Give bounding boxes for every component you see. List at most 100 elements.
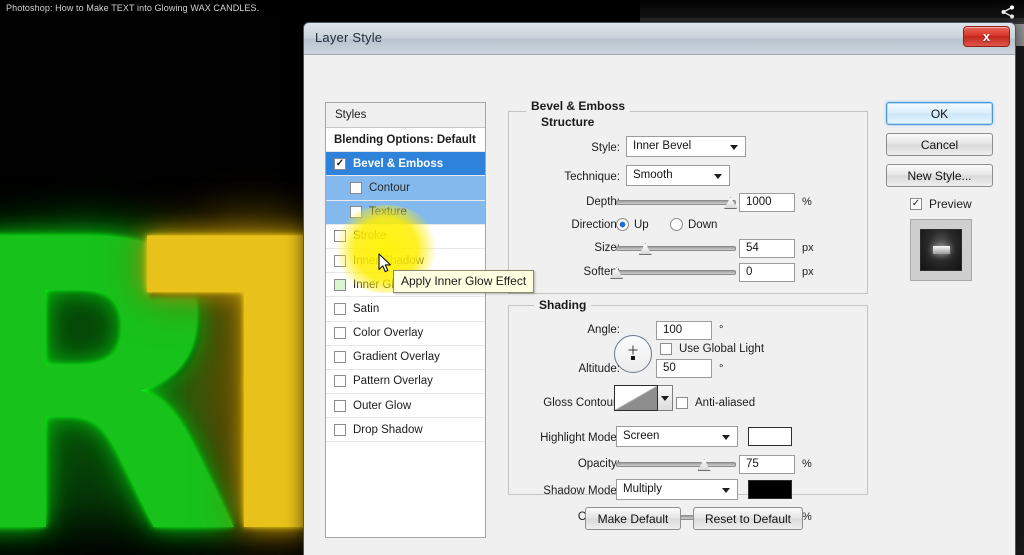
- direction-down-label: Down: [688, 218, 718, 231]
- style-list-item-satin[interactable]: Satin: [326, 297, 485, 322]
- style-item-checkbox[interactable]: [334, 230, 346, 243]
- gloss-contour-dropdown[interactable]: [658, 385, 673, 411]
- direction-up-label: Up: [634, 218, 649, 231]
- styles-list-panel: Styles Blending Options: Default ✓ Bevel &…: [325, 102, 486, 538]
- share-icon[interactable]: [1000, 4, 1016, 20]
- style-item-label: Contour: [369, 181, 410, 194]
- depth-unit: %: [802, 196, 812, 208]
- style-item-label: Texture: [369, 206, 407, 219]
- highlight-opacity-slider[interactable]: [616, 457, 736, 471]
- soften-input[interactable]: 0: [739, 263, 795, 282]
- shading-title: Shading: [534, 298, 592, 312]
- shadow-color-swatch[interactable]: [748, 480, 792, 499]
- gloss-contour-swatch[interactable]: [614, 385, 658, 411]
- dialog-titlebar[interactable]: Layer Style x: [304, 23, 1015, 55]
- style-list-item-gradient-overlay[interactable]: Gradient Overlay: [326, 346, 485, 370]
- preview-checkbox-box: ✓: [910, 198, 922, 210]
- style-list-item-contour[interactable]: Contour: [326, 176, 485, 201]
- cancel-button[interactable]: Cancel: [886, 133, 993, 156]
- preview-label: Preview: [929, 197, 972, 211]
- soften-slider[interactable]: [610, 265, 736, 279]
- style-item-checkbox[interactable]: [334, 423, 346, 436]
- style-item-checkbox[interactable]: [334, 351, 346, 364]
- depth-slider-track: [616, 200, 736, 205]
- size-input[interactable]: 54: [739, 239, 795, 258]
- direction-radio-up[interactable]: Up: [616, 218, 649, 231]
- style-select[interactable]: Inner Bevel: [626, 136, 746, 157]
- style-item-checkbox[interactable]: [334, 327, 346, 340]
- style-item-label: Bevel & Emboss: [353, 157, 444, 170]
- style-item-checkbox[interactable]: [334, 399, 346, 412]
- style-item-label: Color Overlay: [353, 327, 424, 340]
- highlight-opacity-unit: %: [802, 458, 812, 470]
- technique-select-value: Smooth: [633, 169, 673, 181]
- style-item-label: Gradient Overlay: [353, 351, 440, 364]
- technique-select[interactable]: Smooth: [626, 165, 730, 186]
- use-global-light-checkbox[interactable]: Use Global Light: [660, 343, 764, 355]
- direction-radio-down[interactable]: Down: [670, 218, 717, 231]
- use-global-light-checkbox-box: [660, 343, 672, 355]
- chevron-down-icon: [722, 488, 730, 493]
- technique-label: Technique:: [564, 171, 620, 183]
- new-style-button[interactable]: New Style...: [886, 164, 993, 187]
- altitude-unit: °: [719, 363, 724, 375]
- soften-unit: px: [802, 266, 814, 278]
- video-title: Photoshop: How to Make TEXT into Glowing…: [6, 3, 260, 13]
- angle-input[interactable]: 100: [656, 321, 712, 340]
- style-list-item-stroke[interactable]: Stroke: [326, 225, 485, 249]
- style-item-checkbox[interactable]: [350, 206, 362, 219]
- depth-label: Depth:: [586, 196, 620, 208]
- style-item-checkbox[interactable]: [334, 278, 346, 291]
- style-list-item-blending-options-default[interactable]: Blending Options: Default: [326, 128, 485, 153]
- style-item-label: Drop Shadow: [353, 423, 423, 436]
- dialog-body: Styles Blending Options: Default ✓ Bevel &…: [304, 55, 1015, 555]
- use-global-light-label: Use Global Light: [679, 343, 765, 355]
- preview-thumbnail: [910, 219, 972, 281]
- style-item-checkbox[interactable]: [350, 181, 362, 194]
- style-list-item-drop-shadow[interactable]: Drop Shadow: [326, 418, 485, 443]
- tooltip: Apply Inner Glow Effect: [393, 270, 535, 293]
- style-list-item-color-overlay[interactable]: Color Overlay: [326, 322, 485, 346]
- chevron-down-icon: [722, 435, 730, 440]
- dialog-title: Layer Style: [315, 30, 383, 45]
- highlight-mode-value: Screen: [623, 430, 660, 442]
- size-slider[interactable]: [616, 241, 736, 255]
- anti-aliased-checkbox[interactable]: Anti-aliased: [676, 397, 755, 409]
- size-slider-track: [616, 246, 736, 251]
- reset-to-default-button[interactable]: Reset to Default: [693, 507, 803, 530]
- soften-slider-track: [616, 270, 736, 275]
- style-item-label: Outer Glow: [353, 399, 412, 412]
- close-icon[interactable]: x: [963, 26, 1010, 47]
- shadow-opacity-unit: %: [802, 511, 812, 523]
- style-item-checkbox[interactable]: ✓: [334, 157, 346, 170]
- anti-aliased-label: Anti-aliased: [695, 397, 756, 409]
- shadow-mode-select[interactable]: Multiply: [616, 479, 738, 500]
- style-list-item-bevel-emboss[interactable]: ✓ Bevel & Emboss: [326, 152, 485, 177]
- angle-dial-crosshair-icon: [628, 345, 638, 355]
- shadow-mode-label: Shadow Mode:: [543, 485, 620, 497]
- style-list-item-outer-glow[interactable]: Outer Glow: [326, 394, 485, 419]
- highlight-opacity-input[interactable]: 75: [739, 455, 795, 474]
- highlight-color-swatch[interactable]: [748, 427, 792, 446]
- angle-dial-handle[interactable]: [631, 355, 635, 360]
- style-item-checkbox[interactable]: [334, 254, 346, 267]
- angle-unit: °: [719, 324, 724, 336]
- ok-button[interactable]: OK: [886, 102, 993, 125]
- style-list-item-texture[interactable]: Texture: [326, 200, 485, 225]
- mouse-cursor-icon: [378, 253, 394, 275]
- size-label: Size:: [594, 242, 620, 254]
- highlight-mode-select[interactable]: Screen: [616, 426, 738, 447]
- style-item-checkbox[interactable]: [334, 302, 346, 315]
- style-list-item-pattern-overlay[interactable]: Pattern Overlay: [326, 370, 485, 395]
- direction-label: Direction:: [571, 219, 620, 231]
- preview-checkbox[interactable]: ✓ Preview: [910, 197, 972, 211]
- depth-slider[interactable]: [616, 195, 737, 209]
- style-item-checkbox[interactable]: [334, 375, 346, 388]
- depth-input[interactable]: 1000: [739, 193, 795, 212]
- altitude-input[interactable]: 50: [656, 359, 712, 378]
- screen: R T Photoshop: How to Make TEXT into Glo…: [0, 0, 1024, 555]
- gloss-contour-curve: [615, 386, 657, 410]
- make-default-button[interactable]: Make Default: [585, 507, 681, 530]
- styles-list-header: Styles: [326, 103, 485, 128]
- shadow-mode-value: Multiply: [623, 483, 662, 495]
